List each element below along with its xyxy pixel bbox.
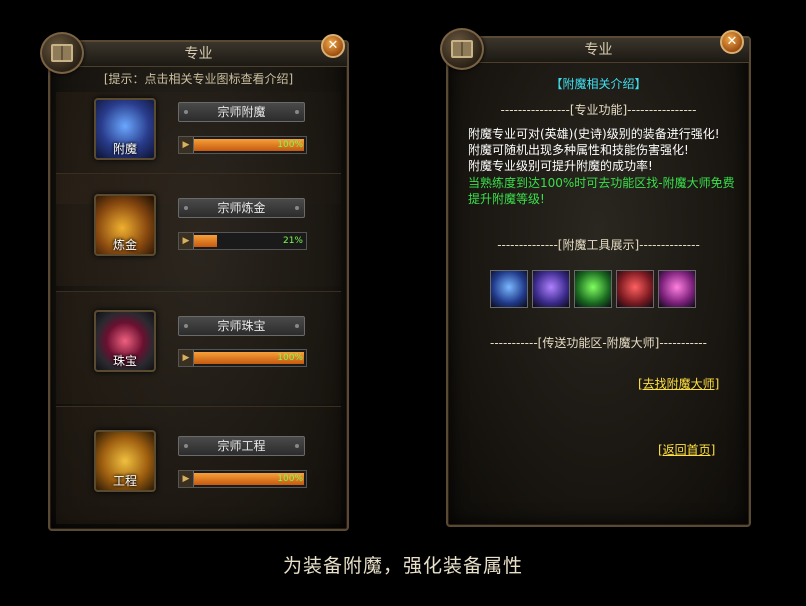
pink-glove-icon[interactable] [658, 270, 696, 308]
section-divider-function: ----------------[专业功能]---------------- [500, 103, 697, 117]
green-glove-icon[interactable] [574, 270, 612, 308]
skill-row-alchemy: 炼金 宗师炼金 ▶ 21% [56, 173, 341, 286]
skill-progress-bar: ▶ 100% [178, 349, 307, 367]
info-heading: 【附魔相关介绍】 [550, 77, 647, 91]
progress-text: 100% [277, 353, 303, 363]
progress-arrow-icon: ▶ [179, 137, 194, 153]
skill-progress-bar: ▶ 100% [178, 136, 307, 154]
alchemy-flask-icon[interactable]: 炼金 [94, 194, 156, 256]
progress-text: 21% [282, 236, 303, 246]
close-button[interactable]: ✕ [321, 34, 345, 58]
enchant-glove-icon[interactable]: 附魔 [94, 98, 156, 160]
info-line: 附魔可随机出现多种属性和技能伤害强化! [468, 143, 689, 157]
skill-name: 宗师珠宝 [178, 316, 305, 336]
enchant-info-panel: 专业 【附魔相关介绍】 ----------------[专业功能]------… [446, 36, 751, 527]
progress-text: 100% [277, 140, 303, 150]
section-divider-tools: --------------[附魔工具展示]-------------- [497, 238, 700, 252]
skill-progress-bar: ▶ 100% [178, 470, 307, 488]
progress-arrow-icon: ▶ [179, 471, 194, 487]
hint-text: [提示：点击相关专业图标查看介绍] [103, 72, 294, 86]
skill-icon-label: 炼金 [112, 238, 137, 252]
engineering-gear-icon[interactable]: 工程 [94, 430, 156, 492]
section-divider-teleport: -----------[传送功能区-附魔大师]----------- [490, 336, 707, 350]
skill-name: 宗师工程 [178, 436, 305, 456]
skill-progress-bar: ▶ 21% [178, 232, 307, 250]
blue-glove-icon[interactable] [490, 270, 528, 308]
skill-name: 宗师炼金 [178, 198, 305, 218]
info-line: 附魔专业级别可提升附魔的成功率! [468, 159, 653, 173]
book-icon [440, 28, 484, 70]
close-button[interactable]: ✕ [720, 30, 744, 54]
find-enchant-master-link[interactable]: [去找附魔大师] [638, 375, 719, 392]
progress-arrow-icon: ▶ [179, 350, 194, 366]
panel-title: 专业 [448, 38, 749, 63]
progress-arrow-icon: ▶ [179, 233, 194, 249]
skill-icon-label: 珠宝 [112, 354, 137, 368]
jewel-gem-icon[interactable]: 珠宝 [94, 310, 156, 372]
info-line: 附魔专业可对(英雄)(史诗)级别的装备进行强化! [468, 127, 720, 141]
info-line-highlight: 提升附魔等级! [468, 192, 545, 206]
progress-text: 100% [277, 474, 303, 484]
skill-icon-label: 附魔 [112, 142, 137, 156]
red-glove-icon[interactable] [616, 270, 654, 308]
panel-title: 专业 [50, 42, 347, 67]
skill-row-engineering: 工程 宗师工程 ▶ 100% [56, 406, 341, 524]
skill-row-jewel: 珠宝 宗师珠宝 ▶ 100% [56, 291, 341, 404]
purple-glove-icon[interactable] [532, 270, 570, 308]
skill-name: 宗师附魔 [178, 102, 305, 122]
profession-panel: 专业 [提示：点击相关专业图标查看介绍] 附魔 宗师附魔 ▶ 100% 炼金 宗… [48, 40, 349, 531]
return-home-link[interactable]: [返回首页] [658, 441, 715, 458]
skill-icon-label: 工程 [112, 474, 137, 488]
caption-text: 为装备附魔，强化装备属性 [282, 555, 523, 577]
book-icon [40, 32, 84, 74]
progress-fill [194, 235, 217, 247]
info-line-highlight: 当熟练度到达100%时可去功能区找-附魔大师免费 [468, 176, 735, 190]
